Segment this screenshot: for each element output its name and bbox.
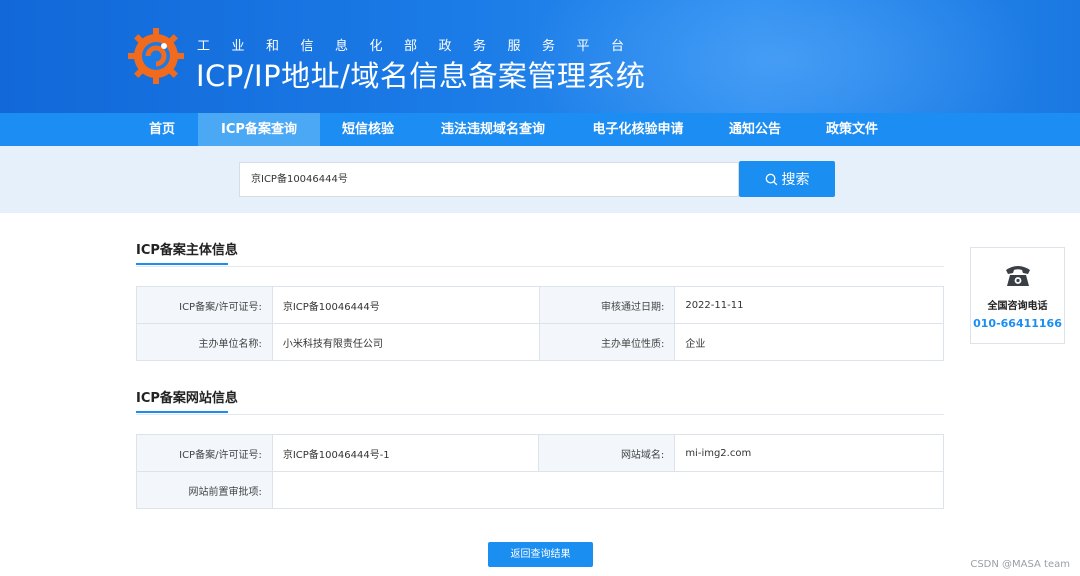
field-label: 主办单位名称: bbox=[136, 323, 273, 361]
section-divider bbox=[136, 266, 944, 267]
field-label: 审核通过日期: bbox=[538, 286, 676, 324]
field-value: 企业 bbox=[674, 323, 944, 361]
header-banner: 工业和信息化部政务服务平台 ICP/IP地址/域名信息备案管理系统 bbox=[0, 0, 1080, 113]
field-value: 2022-11-11 bbox=[674, 286, 944, 324]
nav-item-illegal-domain[interactable]: 违法违规域名查询 bbox=[428, 113, 558, 146]
watermark: CSDN @MASA team bbox=[970, 559, 1070, 570]
field-value: mi-img2.com bbox=[674, 434, 944, 472]
website-info-title-text: ICP备案网站信息 bbox=[136, 391, 238, 406]
subject-info-title: ICP备案主体信息 bbox=[136, 239, 238, 265]
table-row: ICP备案/许可证号: 京ICP备10046444号-1 网站域名: mi-im… bbox=[136, 434, 944, 472]
back-to-results-button[interactable]: 返回查询结果 bbox=[488, 542, 593, 567]
field-value: 京ICP备10046444号-1 bbox=[271, 434, 540, 472]
field-value bbox=[271, 471, 945, 509]
nav-item-icp-query[interactable]: ICP备案查询 bbox=[198, 113, 320, 146]
field-label: ICP备案/许可证号: bbox=[136, 434, 273, 472]
nav-item-policy[interactable]: 政策文件 bbox=[814, 113, 890, 146]
banner-subtitle: 工业和信息化部政务服务平台 bbox=[197, 39, 646, 54]
telephone-icon bbox=[1005, 266, 1030, 286]
nav-item-home[interactable]: 首页 bbox=[134, 113, 190, 146]
section-title-underline bbox=[136, 411, 228, 413]
field-label: 网站前置审批项: bbox=[136, 471, 273, 509]
website-info-table: ICP备案/许可证号: 京ICP备10046444号-1 网站域名: mi-im… bbox=[136, 434, 945, 509]
field-label: 主办单位性质: bbox=[538, 323, 676, 361]
table-row: 网站前置审批项: bbox=[136, 471, 945, 509]
search-input[interactable]: 京ICP备10046444号 bbox=[239, 162, 739, 197]
ministry-logo-icon bbox=[128, 28, 184, 84]
nav-item-e-verify[interactable]: 电子化核验申请 bbox=[578, 113, 698, 146]
field-label: ICP备案/许可证号: bbox=[136, 286, 273, 324]
contact-number: 010-66411166 bbox=[973, 317, 1062, 330]
banner-title: ICP/IP地址/域名信息备案管理系统 bbox=[196, 59, 646, 93]
search-icon bbox=[765, 173, 777, 185]
contact-label: 全国咨询电话 bbox=[987, 301, 1048, 312]
search-button-label: 搜索 bbox=[781, 172, 810, 188]
main-nav: 首页 ICP备案查询 短信核验 违法违规域名查询 电子化核验申请 通知公告 政策… bbox=[0, 113, 1080, 146]
field-value: 京ICP备10046444号 bbox=[271, 286, 540, 324]
section-title-underline bbox=[136, 263, 228, 265]
search-band: 京ICP备10046444号 搜索 bbox=[0, 146, 1080, 213]
field-label: 网站域名: bbox=[538, 434, 676, 472]
subject-info-title-text: ICP备案主体信息 bbox=[136, 243, 238, 258]
nav-item-notices[interactable]: 通知公告 bbox=[718, 113, 792, 146]
website-info-title: ICP备案网站信息 bbox=[136, 387, 238, 413]
table-row: 主办单位名称: 小米科技有限责任公司 主办单位性质: 企业 bbox=[136, 323, 944, 361]
search-button[interactable]: 搜索 bbox=[739, 161, 835, 197]
nav-item-sms-verify[interactable]: 短信核验 bbox=[330, 113, 406, 146]
table-row: ICP备案/许可证号: 京ICP备10046444号 审核通过日期: 2022-… bbox=[136, 286, 944, 324]
field-value: 小米科技有限责任公司 bbox=[271, 323, 540, 361]
subject-info-table: ICP备案/许可证号: 京ICP备10046444号 审核通过日期: 2022-… bbox=[136, 286, 944, 361]
contact-panel: 全国咨询电话 010-66411166 bbox=[970, 247, 1065, 344]
section-divider bbox=[136, 414, 944, 415]
